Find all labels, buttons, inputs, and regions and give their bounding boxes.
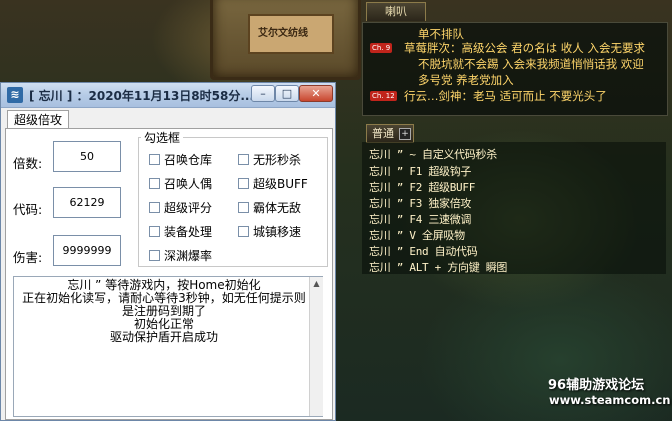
window-titlebar[interactable]: ≋ [ 忘川 ] ：2020年11月13日8时58分... – □ ✕: [1, 83, 335, 108]
watermark-url: www.steamcom.cn: [549, 393, 671, 407]
minimize-icon: –: [260, 87, 266, 100]
add-tab-icon[interactable]: +: [399, 128, 411, 140]
damage-input[interactable]: [53, 235, 121, 266]
chat-line: 忘川 ” ~ 自定义代码秒杀: [369, 148, 497, 161]
scroll-up-icon[interactable]: ▲: [310, 277, 323, 291]
maximize-button[interactable]: □: [275, 85, 299, 102]
channel-badge: Ch. 12: [370, 91, 397, 101]
tab-normal-chat-label: 普通: [372, 127, 394, 140]
checkbox-label: 超级评分: [164, 201, 213, 215]
maximize-icon: □: [281, 87, 293, 100]
channel-badge: Ch. 9: [370, 43, 393, 53]
checkbox-label: 召唤人偶: [164, 177, 213, 191]
horn-message: 行云…剑神：老马 适可而止 不要光头了: [404, 89, 607, 103]
checkbox-label: 超级BUFF: [253, 177, 308, 191]
window-title: [ 忘川 ] ：2020年11月13日8时58分...: [29, 89, 255, 103]
horn-message: 草莓胖次：高级公会 君の名は 收人 入会无要求: [404, 41, 645, 55]
tab-normal-chat[interactable]: 普通 +: [366, 124, 414, 143]
checkbox-invisible-kill[interactable]: [238, 154, 249, 165]
horn-message: 不脱坑就不会踢 入会来我频道悄悄话我 欢迎: [418, 57, 644, 71]
checkbox-group-title: 勾选框: [141, 129, 184, 146]
tool-window: ≋ [ 忘川 ] ：2020年11月13日8时58分... – □ ✕ 超级倍攻…: [0, 82, 336, 421]
checkbox-label: 装备处理: [164, 225, 213, 239]
checkbox-label: 无形秒杀: [253, 153, 302, 167]
chat-line: 忘川 ” F2 超级BUFF: [369, 181, 476, 194]
close-icon: ✕: [311, 87, 321, 100]
tab-strip: 超级倍攻: [1, 107, 335, 130]
checkbox-label: 召唤仓库: [164, 153, 213, 167]
shop-sign-text: 艾尔文纺线: [258, 28, 308, 39]
watermark-title: 96辅助游戏论坛: [548, 378, 645, 393]
code-label: 代码:: [13, 202, 43, 217]
checkbox-label: 城镇移速: [253, 225, 302, 239]
code-input[interactable]: [53, 187, 121, 218]
chat-line: 忘川 ” F3 独家倍攻: [369, 197, 472, 210]
log-output[interactable]: 忘川 ” 等待游戏内，按Home初始化 正在初始化读写，请耐心等待3秒钟，如无任…: [13, 276, 323, 417]
log-scrollbar[interactable]: ▲: [309, 277, 323, 416]
checkbox-super-score[interactable]: [149, 202, 160, 213]
multiplier-input[interactable]: [53, 141, 121, 172]
damage-label: 伤害:: [13, 250, 43, 265]
checkbox-abyss-rate[interactable]: [149, 250, 160, 261]
tab-horn-chat[interactable]: 喇叭: [366, 2, 426, 21]
checkbox-summon-doll[interactable]: [149, 178, 160, 189]
checkbox-summon-storage[interactable]: [149, 154, 160, 165]
chat-line: 忘川 ” ALT + 方向键 瞬图: [369, 261, 508, 274]
app-logo-icon: ≋: [7, 87, 23, 103]
checkbox-label: 深渊爆率: [164, 249, 213, 263]
log-line: 驱动保护盾开启成功: [109, 330, 218, 344]
chat-line: 忘川 ” F1 超级钩子: [369, 165, 472, 178]
close-button[interactable]: ✕: [299, 85, 333, 102]
checkbox-equip-process[interactable]: [149, 226, 160, 237]
tab-super-attack[interactable]: 超级倍攻: [7, 110, 69, 130]
horn-message: 多号党 养老党加入: [418, 73, 514, 87]
checkbox-town-speed[interactable]: [238, 226, 249, 237]
chat-line: 忘川 ” F4 三速微调: [369, 213, 472, 226]
chat-line: 忘川 ” V 全屏吸物: [369, 229, 465, 242]
checkbox-invincible[interactable]: [238, 202, 249, 213]
checkbox-super-buff[interactable]: [238, 178, 249, 189]
chat-line: 忘川 ” End 自动代码: [369, 245, 478, 258]
minimize-button[interactable]: –: [251, 85, 275, 102]
multiplier-label: 倍数:: [13, 156, 43, 171]
checkbox-label: 霸体无敌: [253, 201, 302, 215]
